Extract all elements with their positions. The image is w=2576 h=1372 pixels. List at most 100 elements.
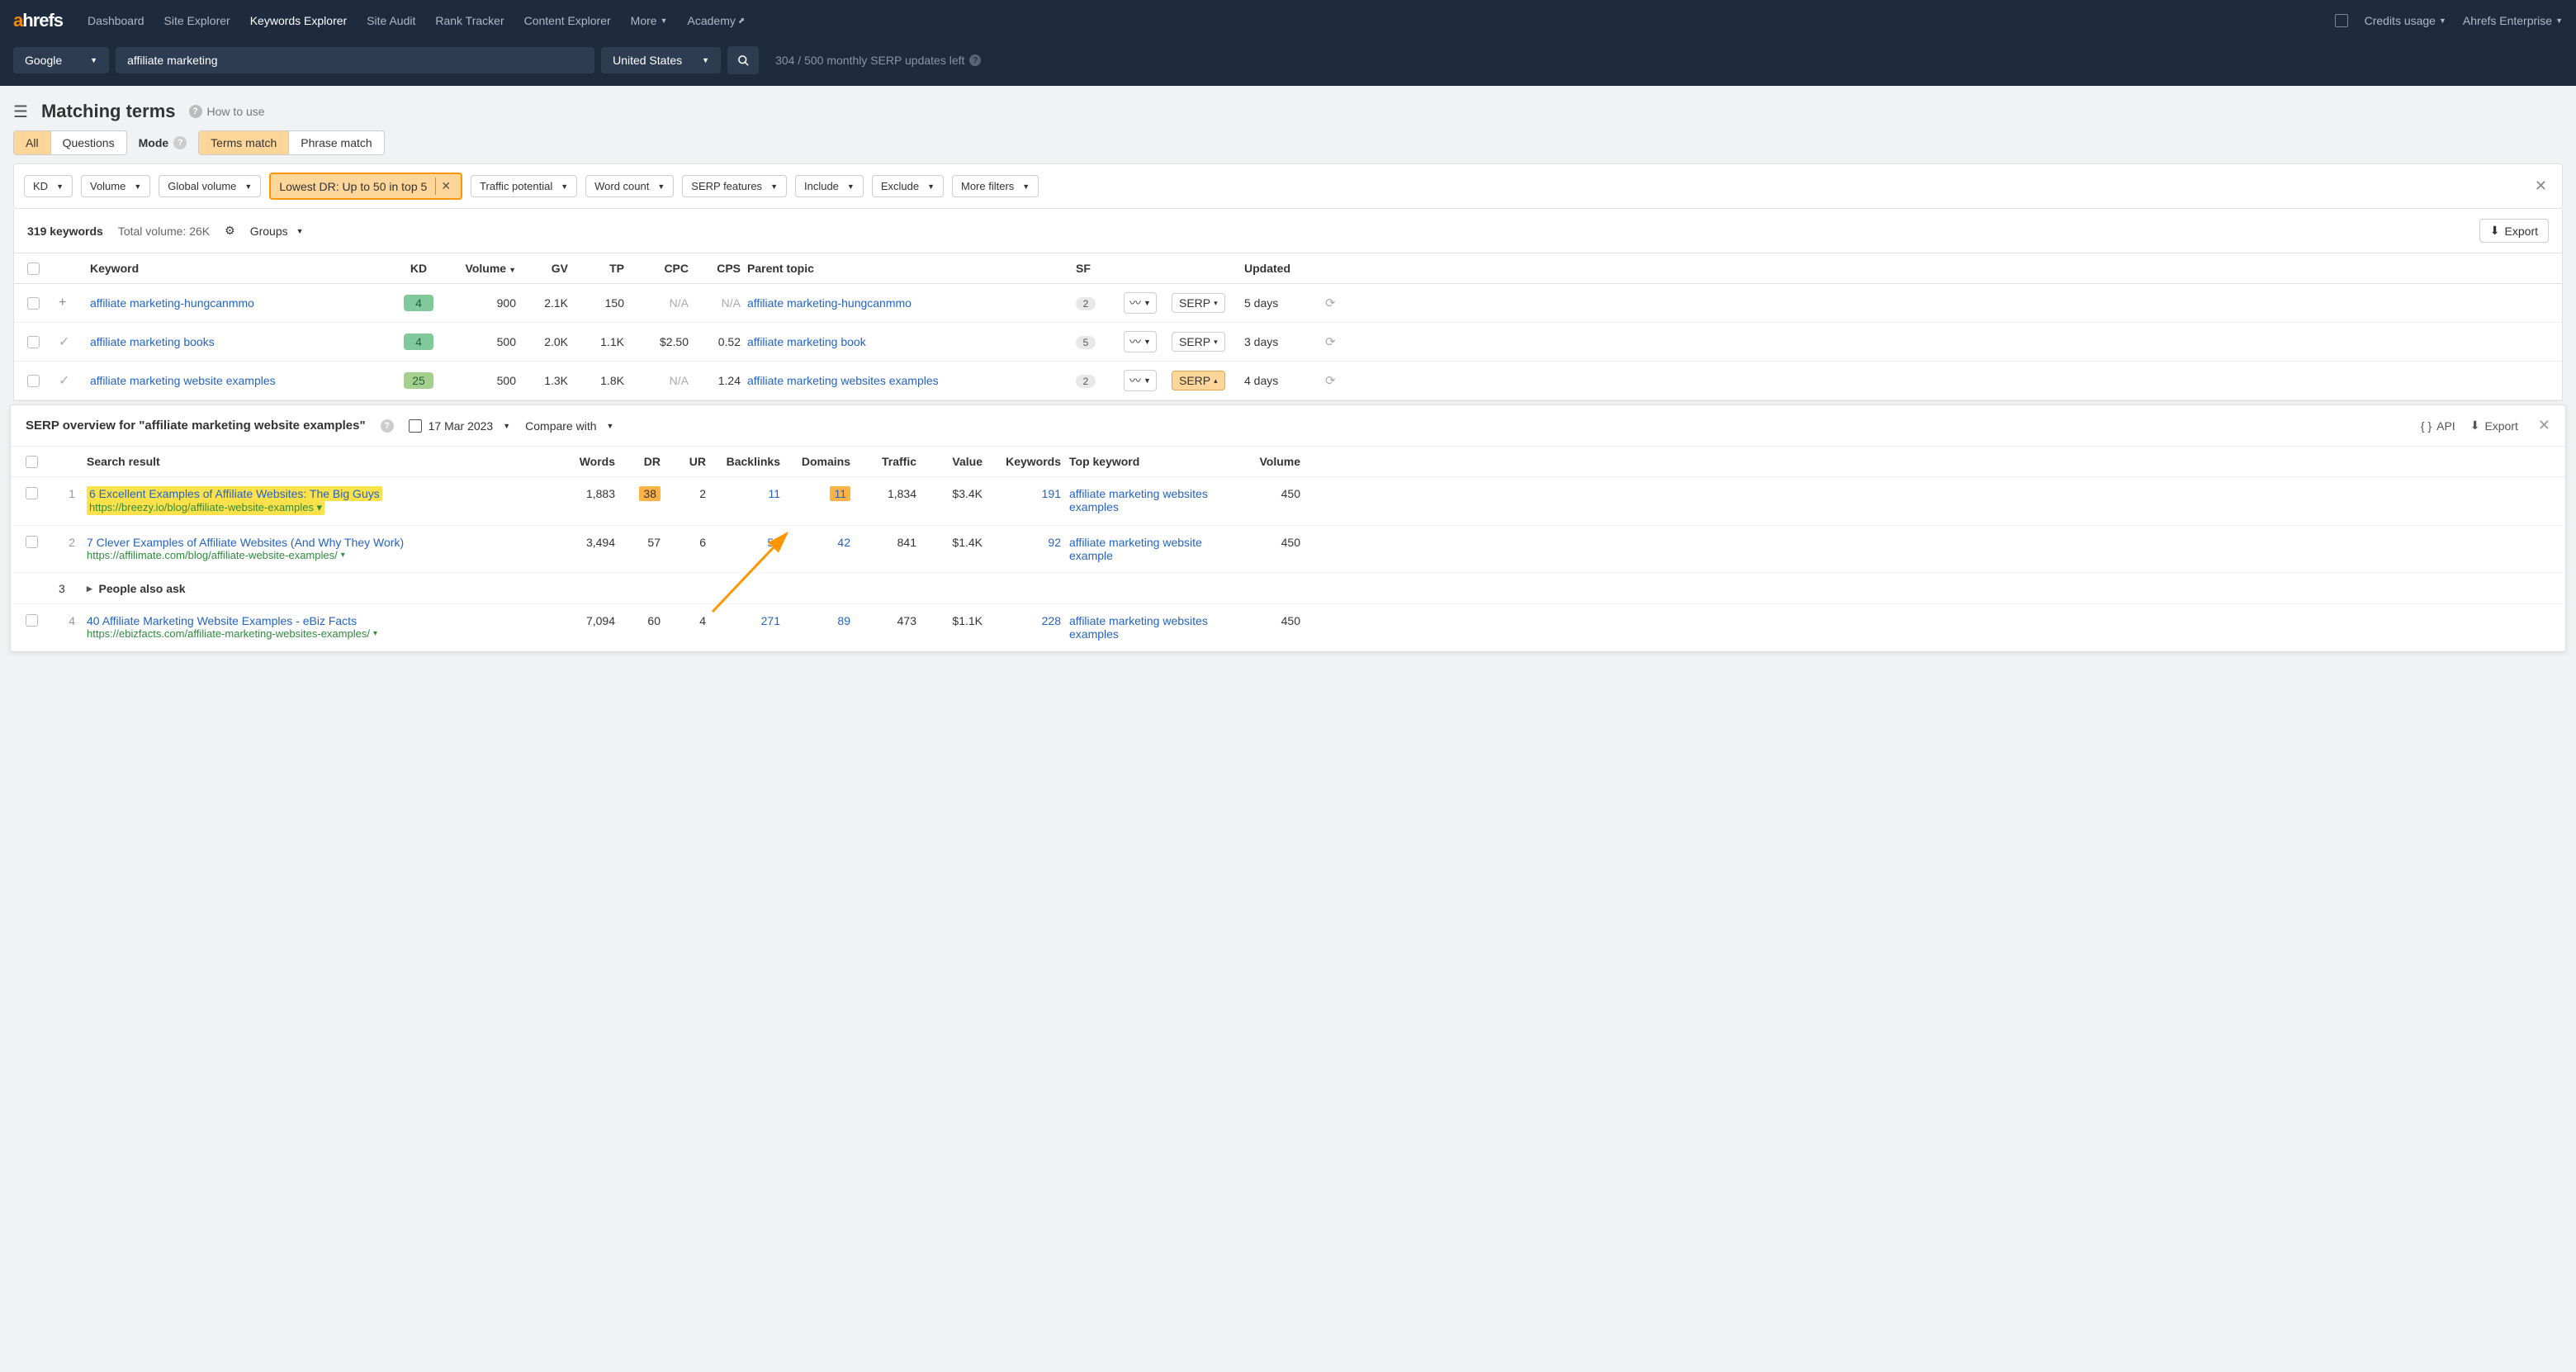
nav-site-audit[interactable]: Site Audit xyxy=(357,0,425,41)
nav-site-explorer[interactable]: Site Explorer xyxy=(154,0,240,41)
expand-icon[interactable]: + xyxy=(59,296,83,310)
serp-date-picker[interactable]: 17 Mar 2023▼ xyxy=(409,419,511,433)
col-backlinks[interactable]: Backlinks xyxy=(714,455,780,468)
api-button[interactable]: { }API xyxy=(2421,419,2455,433)
serp-button[interactable]: SERP ▾ xyxy=(1172,332,1225,352)
backlinks-cell[interactable]: 53 xyxy=(714,536,780,549)
refresh-icon[interactable]: ⟳ xyxy=(1325,296,1350,310)
col-top-keyword[interactable]: Top keyword xyxy=(1069,455,1234,468)
filter-exclude[interactable]: Exclude▼ xyxy=(872,175,944,197)
logo[interactable]: ahrefs xyxy=(13,10,63,31)
clear-filters-icon[interactable]: ✕ xyxy=(2530,177,2552,195)
serp-button[interactable]: SERP ▴ xyxy=(1172,371,1225,390)
col-domains[interactable]: Domains xyxy=(788,455,850,468)
keywords-cell[interactable]: 191 xyxy=(991,487,1061,500)
trend-button[interactable]: 〰 ▼ xyxy=(1124,370,1157,391)
col-sf[interactable]: SF xyxy=(1076,262,1117,275)
nav-content-explorer[interactable]: Content Explorer xyxy=(514,0,621,41)
workspace-icon[interactable] xyxy=(2335,14,2348,27)
search-button[interactable] xyxy=(727,46,759,74)
top-keyword-link[interactable]: affiliate marketing websites examples xyxy=(1069,487,1234,513)
search-result[interactable]: 6 Excellent Examples of Affiliate Websit… xyxy=(87,487,549,515)
col-words[interactable]: Words xyxy=(557,455,615,468)
nav-rank-tracker[interactable]: Rank Tracker xyxy=(425,0,514,41)
col-dr[interactable]: DR xyxy=(623,455,661,468)
col-search-result[interactable]: Search result xyxy=(87,455,549,468)
result-title[interactable]: 6 Excellent Examples of Affiliate Websit… xyxy=(87,487,549,500)
help-icon[interactable]: ? xyxy=(173,136,187,149)
search-result[interactable]: 40 Affiliate Marketing Website Examples … xyxy=(87,614,549,640)
top-keyword-link[interactable]: affiliate marketing websites examples xyxy=(1069,614,1234,641)
refresh-icon[interactable]: ⟳ xyxy=(1325,334,1350,349)
export-button[interactable]: ⬇Export xyxy=(2479,219,2549,243)
tab-all[interactable]: All xyxy=(14,131,51,154)
filter-volume[interactable]: Volume▼ xyxy=(81,175,150,197)
filter-serp-features[interactable]: SERP features▼ xyxy=(682,175,787,197)
trend-button[interactable]: 〰 ▼ xyxy=(1124,331,1157,352)
account-menu[interactable]: Ahrefs Enterprise▼ xyxy=(2463,0,2563,41)
keywords-cell[interactable]: 92 xyxy=(991,536,1061,549)
close-icon[interactable]: ✕ xyxy=(2538,417,2550,434)
nav-more[interactable]: More▼ xyxy=(621,0,678,41)
col-keywords[interactable]: Keywords xyxy=(991,455,1061,468)
col-tp[interactable]: TP xyxy=(575,262,624,275)
nav-dashboard[interactable]: Dashboard xyxy=(78,0,154,41)
serp-export-button[interactable]: ⬇Export xyxy=(2470,419,2518,433)
sidebar-toggle-icon[interactable]: ☰ xyxy=(13,102,28,122)
tab-phrase-match[interactable]: Phrase match xyxy=(289,131,383,154)
search-result[interactable]: 7 Clever Examples of Affiliate Websites … xyxy=(87,536,549,561)
credits-usage[interactable]: Credits usage▼ xyxy=(2365,0,2446,41)
filter-lowest-dr[interactable]: Lowest DR: Up to 50 in top 5✕ xyxy=(269,173,462,200)
keyword-input[interactable] xyxy=(116,47,594,73)
country-select[interactable]: United States▼ xyxy=(601,47,721,73)
groups-dropdown[interactable]: Groups▼ xyxy=(250,225,304,238)
col-gv[interactable]: GV xyxy=(523,262,568,275)
result-url[interactable]: https://breezy.io/blog/affiliate-website… xyxy=(87,500,549,515)
people-also-ask[interactable]: People also ask xyxy=(87,581,2550,595)
engine-select[interactable]: Google▼ xyxy=(13,47,109,73)
result-title[interactable]: 7 Clever Examples of Affiliate Websites … xyxy=(87,536,549,549)
domains-cell[interactable]: 89 xyxy=(788,614,850,627)
refresh-icon[interactable]: ⟳ xyxy=(1325,373,1350,388)
row-checkbox[interactable] xyxy=(27,375,40,387)
col-cpc[interactable]: CPC xyxy=(631,262,689,275)
col-keyword[interactable]: Keyword xyxy=(90,262,387,275)
col-updated[interactable]: Updated xyxy=(1244,262,1319,275)
keyword-link[interactable]: affiliate marketing-hungcanmmo xyxy=(90,296,387,310)
keywords-cell[interactable]: 228 xyxy=(991,614,1061,627)
check-icon[interactable]: ✓ xyxy=(59,334,83,350)
keyword-link[interactable]: affiliate marketing website examples xyxy=(90,374,387,387)
keyword-link[interactable]: affiliate marketing books xyxy=(90,335,387,348)
trend-button[interactable]: 〰 ▼ xyxy=(1124,292,1157,314)
backlinks-cell[interactable]: 271 xyxy=(714,614,780,627)
domains-cell[interactable]: 11 xyxy=(788,487,850,500)
row-checkbox[interactable] xyxy=(27,336,40,348)
select-all-checkbox[interactable] xyxy=(27,263,40,275)
serp-row-checkbox[interactable] xyxy=(26,614,38,627)
col-volume[interactable]: Volume▼ xyxy=(450,262,516,275)
settings-icon[interactable]: ⚙ xyxy=(225,224,235,238)
compare-dropdown[interactable]: Compare with▼ xyxy=(525,419,613,433)
filter-include[interactable]: Include▼ xyxy=(795,175,864,197)
serp-button[interactable]: SERP ▾ xyxy=(1172,293,1225,313)
serp-select-all-checkbox[interactable] xyxy=(26,456,38,468)
tab-questions[interactable]: Questions xyxy=(51,131,126,154)
result-title[interactable]: 40 Affiliate Marketing Website Examples … xyxy=(87,614,549,627)
help-icon[interactable]: ? xyxy=(381,419,394,433)
filter-word-count[interactable]: Word count▼ xyxy=(585,175,674,197)
parent-topic-link[interactable]: affiliate marketing-hungcanmmo xyxy=(747,296,1069,310)
col-traffic[interactable]: Traffic xyxy=(859,455,916,468)
filter-remove-icon[interactable]: ✕ xyxy=(435,177,456,195)
sf-badge[interactable]: 2 xyxy=(1076,375,1096,388)
help-icon[interactable]: ? xyxy=(969,54,981,66)
result-url[interactable]: https://affilimate.com/blog/affiliate-we… xyxy=(87,549,549,561)
sf-badge[interactable]: 2 xyxy=(1076,297,1096,310)
filter-traffic-potential[interactable]: Traffic potential▼ xyxy=(471,175,577,197)
col-cps[interactable]: CPS xyxy=(695,262,741,275)
col-parent[interactable]: Parent topic xyxy=(747,262,1069,275)
filter-more[interactable]: More filters▼ xyxy=(952,175,1039,197)
col-ur[interactable]: UR xyxy=(669,455,706,468)
domains-cell[interactable]: 42 xyxy=(788,536,850,549)
sf-badge[interactable]: 5 xyxy=(1076,336,1096,349)
nav-academy[interactable]: Academy⬈ xyxy=(678,0,755,41)
